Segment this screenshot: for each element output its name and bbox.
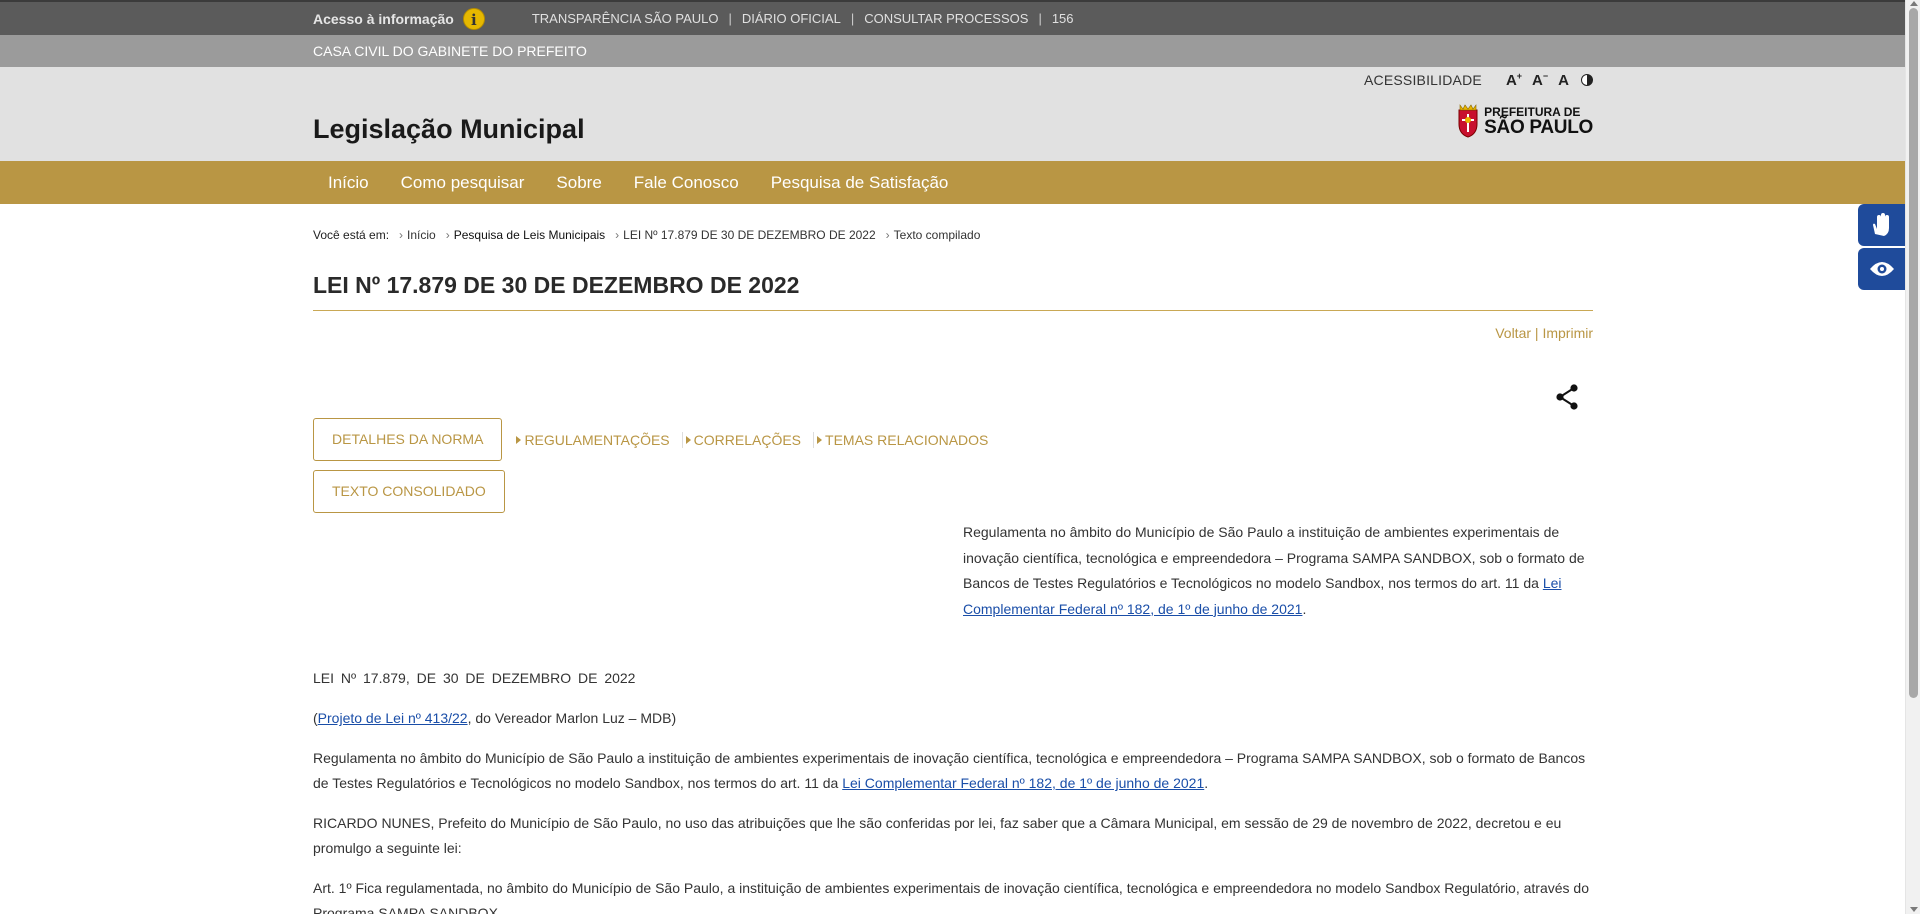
caret-right-icon	[685, 435, 691, 444]
eye-icon	[1869, 262, 1894, 276]
tab-label: REGULAMENTAÇÕES	[524, 431, 670, 448]
tab-detalhes-da-norma[interactable]: DETALHES DA NORMA	[313, 418, 503, 461]
ementa-text: Regulamenta no âmbito do Município de Sã…	[963, 524, 1585, 591]
caret-right-icon	[516, 435, 522, 444]
law-heading: LEI Nº 17.879, DE 30 DE DEZEMBRO DE 2022	[313, 670, 636, 686]
breadcrumb-item-inicio[interactable]: › Início	[399, 228, 436, 242]
document-tabs: DETALHES DA NORMA REGULAMENTAÇÕES CORREL…	[313, 418, 988, 461]
lei-complementar-link-2[interactable]: Lei Complementar Federal nº 182, de 1º d…	[842, 775, 1204, 791]
ementa: Regulamenta no âmbito do Município de Sã…	[963, 520, 1593, 622]
caret-right-icon	[817, 435, 823, 444]
accessibility-eye-button[interactable]	[1858, 248, 1905, 290]
breadcrumb-item-texto: › Texto compilado	[885, 228, 981, 242]
page: Acesso à informação i TRANSPARÊNCIA SÃO …	[0, 0, 1920, 914]
breadcrumb: Você está em: › Início › Pesquisa de Leis …	[313, 228, 990, 242]
share-icon[interactable]	[1555, 384, 1579, 410]
tab-regulamentacoes[interactable]: REGULAMENTAÇÕES	[516, 431, 670, 448]
breadcrumb-prefix: Você está em:	[313, 228, 390, 242]
sign-language-icon	[1872, 213, 1889, 236]
ementa-end: .	[1302, 600, 1307, 617]
tab-label: CORRELAÇÕES	[693, 431, 802, 448]
tab-correlacoes[interactable]: CORRELAÇÕES	[681, 431, 802, 448]
breadcrumb-label: Pesquisa de Leis Municipais	[453, 228, 606, 242]
scroll-up-icon[interactable]	[1910, 1, 1918, 6]
art-1: Art. 1º Fica regulamentada, no âmbito do…	[313, 880, 1589, 914]
document-actions: Voltar | Imprimir	[1495, 325, 1593, 341]
law-body: LEI Nº 17.879, DE 30 DE DEZEMBRO DE 2022…	[313, 666, 1593, 914]
projeto-de-lei-link[interactable]: Projeto de Lei nº 413/22	[318, 710, 468, 726]
law-ementa: Regulamenta no âmbito do Município de Sã…	[313, 746, 1593, 796]
preambulo: RICARDO NUNES, Prefeito do Município de …	[313, 815, 1562, 856]
voltar-link[interactable]: Voltar	[1495, 325, 1531, 341]
law-ementa-end: .	[1204, 775, 1209, 791]
breadcrumb-item-pesquisa[interactable]: › Pesquisa de Leis Municipais	[446, 228, 605, 242]
imprimir-link[interactable]: Imprimir	[1542, 325, 1593, 341]
tab-label: TEMAS RELACIONADOS	[825, 431, 989, 448]
breadcrumb-label: LEI Nº 17.879 DE 30 DE DEZEMBRO DE 2022	[623, 228, 876, 242]
vlibras-button[interactable]	[1858, 204, 1905, 246]
tab-texto-consolidado[interactable]: TEXTO CONSOLIDADO	[313, 470, 505, 513]
breadcrumb-label: Início	[407, 228, 436, 242]
breadcrumb-label: Texto compilado	[893, 228, 981, 242]
scrollbar-thumb[interactable]	[1909, 8, 1918, 698]
breadcrumb-item-lei[interactable]: › LEI Nº 17.879 DE 30 DE DEZEMBRO DE 2022	[615, 228, 876, 242]
content: Você está em: › Início › Pesquisa de Leis …	[313, 0, 1593, 914]
projeto-line: (Projeto de Lei nº 413/22, do Vereador M…	[313, 706, 1593, 731]
projeto-rest: , do Vereador Marlon Luz – MDB)	[467, 710, 677, 726]
scroll-down-icon[interactable]	[1910, 907, 1918, 912]
tab-temas-relacionados[interactable]: TEMAS RELACIONADOS	[813, 431, 989, 448]
page-title: LEI Nº 17.879 DE 30 DE DEZEMBRO DE 2022	[313, 272, 1593, 311]
document-tabs-row-2: TEXTO CONSOLIDADO	[313, 470, 505, 513]
page-scrollbar[interactable]	[1905, 0, 1920, 914]
action-separator: |	[1531, 325, 1543, 341]
